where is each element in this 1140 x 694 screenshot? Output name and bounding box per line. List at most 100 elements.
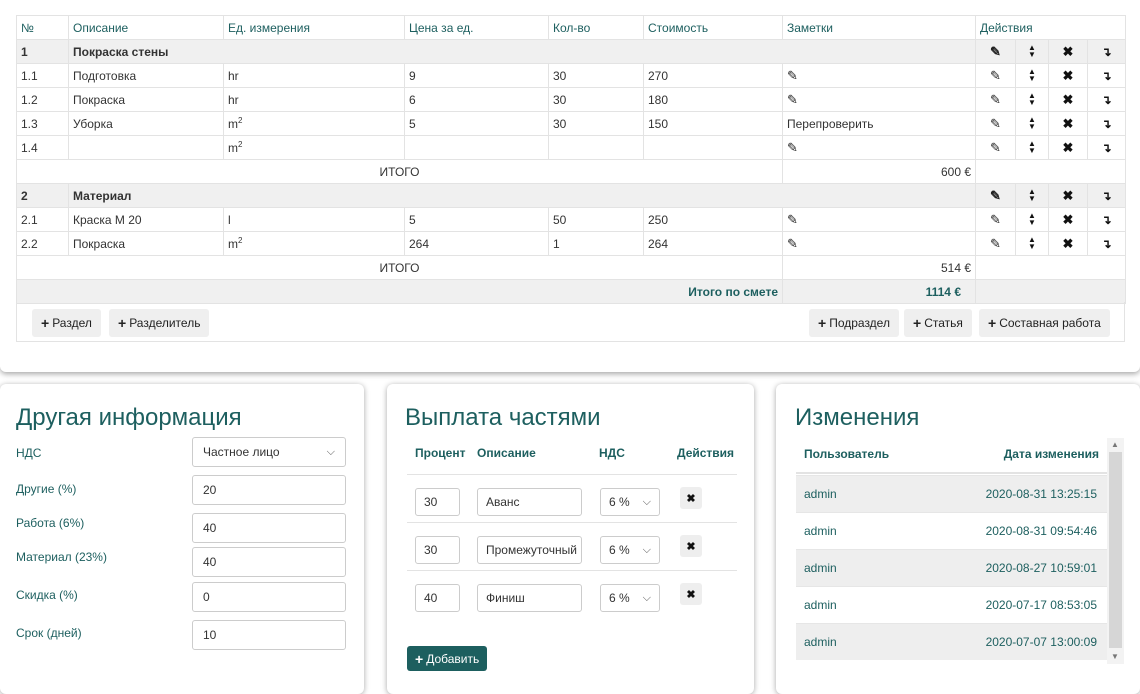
percent-input[interactable]: 40 [415,584,460,612]
delete-installment-button[interactable]: ✖ [680,487,702,509]
edit-action[interactable]: ✎ [975,63,1016,88]
item-price[interactable]: 5 [404,111,549,136]
item-note[interactable]: ✎ [782,135,976,160]
edit-action[interactable]: ✎ [975,183,1016,208]
delete-action[interactable]: ✖ [1048,231,1088,256]
pencil-icon[interactable]: ✎ [787,236,798,251]
item-quantity[interactable]: 50 [548,207,644,232]
delete-installment-button[interactable]: ✖ [680,535,702,557]
pencil-icon[interactable]: ✎ [787,68,798,83]
item-description[interactable]: Уборка [68,111,224,136]
change-user[interactable]: admin [804,635,837,649]
item-unit[interactable]: hr [223,87,405,112]
percent-input[interactable]: 30 [415,488,460,516]
scroll-up-icon[interactable]: ▲ [1111,440,1119,449]
vat-select[interactable]: 6 % ⌵ [600,536,660,564]
pencil-icon[interactable]: ✎ [787,140,798,155]
item-price[interactable]: 9 [404,63,549,88]
insert-action[interactable]: ↴ [1086,39,1127,64]
add-divider-button[interactable]: + Разделитель [109,309,210,337]
move-action[interactable]: ▲ ▼ [1015,207,1049,232]
vat-select[interactable]: 6 % ⌵ [600,488,660,516]
scroll-down-icon[interactable]: ▼ [1111,652,1119,661]
item-description[interactable]: Покраска [68,231,224,256]
insert-action[interactable]: ↴ [1086,87,1127,112]
field-input[interactable]: 0 [192,582,346,612]
edit-action[interactable]: ✎ [975,111,1016,136]
insert-action[interactable]: ↴ [1086,63,1127,88]
insert-action[interactable]: ↴ [1086,111,1127,136]
edit-action[interactable]: ✎ [975,135,1016,160]
move-action[interactable]: ▲ ▼ [1015,111,1049,136]
scrollbar-thumb[interactable] [1109,452,1122,648]
change-user[interactable]: admin [804,598,837,612]
item-description[interactable]: Подготовка [68,63,224,88]
item-unit[interactable]: hr [223,63,405,88]
field-input[interactable]: 20 [192,475,346,505]
edit-action[interactable]: ✎ [975,207,1016,232]
item-note[interactable]: Перепроверить [782,111,976,136]
item-quantity[interactable] [548,135,644,160]
item-quantity[interactable]: 30 [548,111,644,136]
item-description[interactable]: Покраска [68,87,224,112]
delete-action[interactable]: ✖ [1048,183,1088,208]
item-price[interactable] [404,135,549,160]
change-user[interactable]: admin [804,524,837,538]
item-quantity[interactable]: 30 [548,87,644,112]
add-item-button[interactable]: + Статья [904,309,972,337]
description-input[interactable]: Промежуточный [477,536,582,564]
delete-action[interactable]: ✖ [1048,135,1088,160]
edit-action[interactable]: ✎ [975,231,1016,256]
move-action[interactable]: ▲ ▼ [1015,135,1049,160]
insert-action[interactable]: ↴ [1086,207,1127,232]
description-input[interactable]: Аванс [477,488,582,516]
item-price[interactable]: 264 [404,231,549,256]
item-quantity[interactable]: 1 [548,231,644,256]
item-unit[interactable]: m2 [223,231,405,256]
item-unit[interactable]: m2 [223,135,405,160]
move-action[interactable]: ▲ ▼ [1015,87,1049,112]
insert-action[interactable]: ↴ [1086,231,1127,256]
change-user[interactable]: admin [804,487,837,501]
item-unit[interactable]: m2 [223,111,405,136]
pencil-icon[interactable]: ✎ [787,212,798,227]
delete-installment-button[interactable]: ✖ [680,583,702,605]
vat-select[interactable]: Частное лицо ⌵ [192,437,346,467]
pencil-icon[interactable]: ✎ [787,92,798,107]
item-note[interactable]: ✎ [782,87,976,112]
delete-action[interactable]: ✖ [1048,87,1088,112]
field-input[interactable]: 40 [192,547,346,577]
change-user[interactable]: admin [804,561,837,575]
item-note[interactable]: ✎ [782,231,976,256]
item-note[interactable]: ✎ [782,63,976,88]
delete-action[interactable]: ✖ [1048,39,1088,64]
changes-scrollbar[interactable]: ▲ ▼ [1107,438,1124,664]
add-subsection-button[interactable]: + Подраздел [809,309,899,337]
percent-input[interactable]: 30 [415,536,460,564]
move-action[interactable]: ▲ ▼ [1015,39,1049,64]
move-action[interactable]: ▲ ▼ [1015,183,1049,208]
edit-action[interactable]: ✎ [975,87,1016,112]
item-description[interactable] [68,135,224,160]
add-section-button[interactable]: + Раздел [32,309,101,337]
vat-select[interactable]: 6 % ⌵ [600,584,660,612]
item-quantity[interactable]: 30 [548,63,644,88]
item-price[interactable]: 6 [404,87,549,112]
insert-action[interactable]: ↴ [1086,183,1127,208]
description-input[interactable]: Финиш [477,584,582,612]
item-unit[interactable]: l [223,207,405,232]
move-action[interactable]: ▲ ▼ [1015,231,1049,256]
edit-action[interactable]: ✎ [975,39,1016,64]
item-description[interactable]: Краска М 20 [68,207,224,232]
add-installment-button[interactable]: + Добавить [407,646,488,671]
delete-action[interactable]: ✖ [1048,63,1088,88]
add-composite-work-button[interactable]: + Составная работа [979,309,1110,337]
insert-action[interactable]: ↴ [1086,135,1127,160]
field-input[interactable]: 40 [192,513,346,543]
item-note[interactable]: ✎ [782,207,976,232]
item-price[interactable]: 5 [404,207,549,232]
delete-action[interactable]: ✖ [1048,207,1088,232]
move-action[interactable]: ▲ ▼ [1015,63,1049,88]
delete-action[interactable]: ✖ [1048,111,1088,136]
field-input[interactable]: 10 [192,620,346,650]
